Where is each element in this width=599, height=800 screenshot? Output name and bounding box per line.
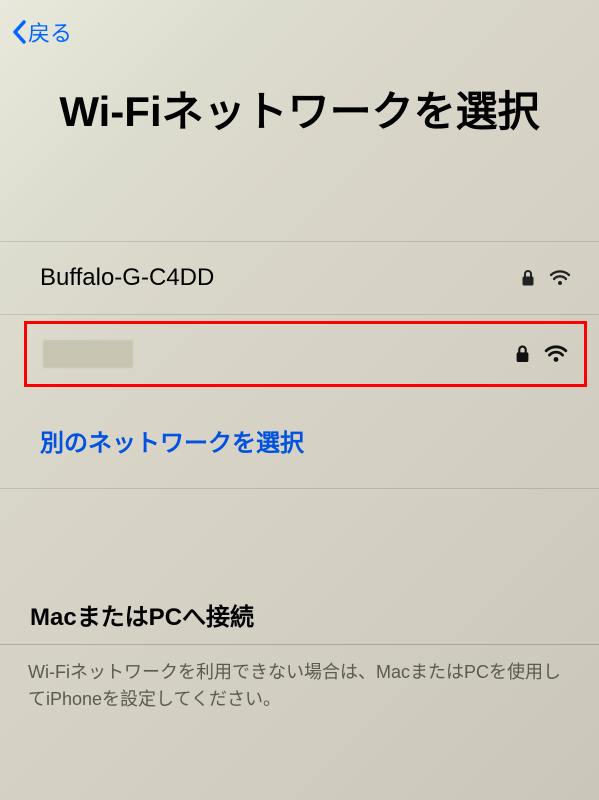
choose-other-network-button[interactable]: 別のネットワークを選択 — [0, 393, 599, 489]
footer-section-title: MacまたはPCへ接続 — [0, 579, 599, 645]
wifi-network-icons — [515, 344, 568, 364]
wifi-icon — [549, 270, 571, 286]
wifi-network-row[interactable]: Buffalo-G-C4DD — [0, 241, 599, 315]
footer-description: Wi-Fiネットワークを利用できない場合は、MacまたはPCを使用してiPhon… — [0, 645, 599, 727]
wifi-network-name-blurred — [43, 340, 133, 368]
network-list: Buffalo-G-C4DD — [0, 241, 599, 489]
choose-other-network-label: 別のネットワークを選択 — [40, 430, 304, 457]
page-title: Wi-Fiネットワークを選択 — [0, 64, 599, 181]
section-gap — [0, 489, 599, 579]
lock-icon — [515, 344, 530, 364]
back-button[interactable]: 戻る — [12, 16, 72, 48]
wifi-icon — [544, 345, 568, 363]
chevron-left-icon — [12, 20, 26, 44]
back-label: 戻る — [28, 16, 72, 48]
lock-icon — [521, 269, 535, 287]
wifi-network-name: Buffalo-G-C4DD — [40, 264, 214, 292]
header-bar: 戻る — [0, 0, 599, 64]
wifi-network-row-highlighted[interactable] — [24, 321, 587, 387]
wifi-network-icons — [521, 269, 571, 287]
